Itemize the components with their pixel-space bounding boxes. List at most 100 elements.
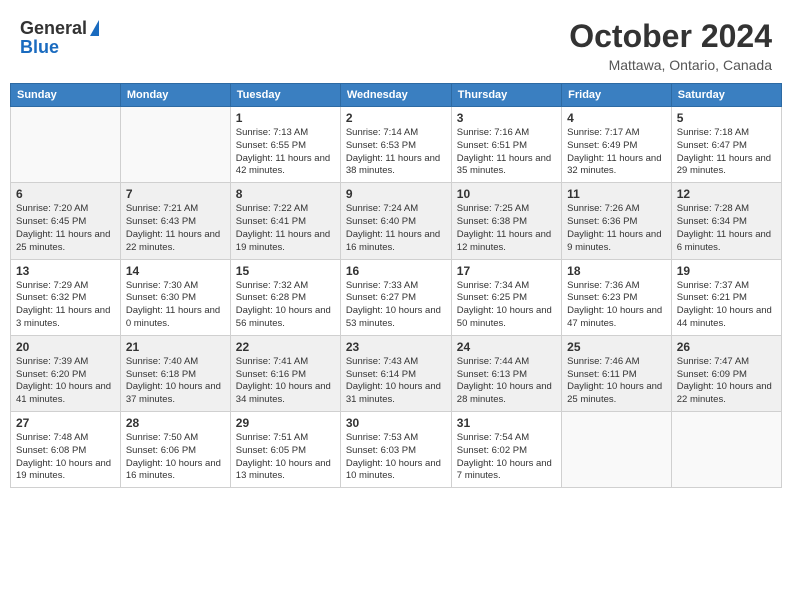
cell-info: Sunrise: 7:44 AM Sunset: 6:13 PM Dayligh… xyxy=(457,356,556,407)
calendar-cell: 4 Sunrise: 7:17 AM Sunset: 6:49 PM Daylig… xyxy=(562,107,672,183)
calendar-cell: 27 Sunrise: 7:48 AM Sunset: 6:08 PM Dayli… xyxy=(11,412,121,488)
day-number: 27 xyxy=(16,416,115,430)
cell-info: Sunrise: 7:54 AM Sunset: 6:02 PM Dayligh… xyxy=(457,432,556,483)
calendar-cell: 9Sunrise: 7:24 AM Sunset: 6:40 PM Daylig… xyxy=(340,183,451,259)
day-number: 1 xyxy=(236,111,335,125)
day-number: 12 xyxy=(677,187,776,201)
cell-info: Sunrise: 7:20 AM Sunset: 6:45 PM Dayligh… xyxy=(16,203,115,254)
cell-info: Sunrise: 7:41 AM Sunset: 6:16 PM Dayligh… xyxy=(236,356,335,407)
calendar-cell: 24Sunrise: 7:44 AM Sunset: 6:13 PM Dayli… xyxy=(451,335,561,411)
month-title: October 2024 xyxy=(569,18,772,55)
calendar-cell: 12 Sunrise: 7:28 AM Sunset: 6:34 PM Dayli… xyxy=(671,183,781,259)
weekday-header: Sunday xyxy=(11,84,121,107)
weekday-header: Thursday xyxy=(451,84,561,107)
logo-blue-text: Blue xyxy=(20,37,59,58)
cell-info: Sunrise: 7:51 AM Sunset: 6:05 PM Dayligh… xyxy=(236,432,335,483)
calendar-cell: 11Sunrise: 7:26 AM Sunset: 6:36 PM Dayli… xyxy=(562,183,672,259)
cell-info: Sunrise: 7:22 AM Sunset: 6:41 PM Dayligh… xyxy=(236,203,335,254)
calendar-week-row: 20Sunrise: 7:39 AM Sunset: 6:20 PM Dayli… xyxy=(11,335,782,411)
weekday-header: Wednesday xyxy=(340,84,451,107)
calendar-cell: 28 Sunrise: 7:50 AM Sunset: 6:06 PM Dayli… xyxy=(120,412,230,488)
calendar-cell: 6 Sunrise: 7:20 AM Sunset: 6:45 PM Daylig… xyxy=(11,183,121,259)
day-number: 21 xyxy=(126,340,225,354)
day-number: 5 xyxy=(677,111,776,125)
day-number: 31 xyxy=(457,416,556,430)
calendar-cell: 2Sunrise: 7:14 AM Sunset: 6:53 PM Daylig… xyxy=(340,107,451,183)
day-number: 6 xyxy=(16,187,115,201)
day-number: 13 xyxy=(16,264,115,278)
cell-info: Sunrise: 7:14 AM Sunset: 6:53 PM Dayligh… xyxy=(346,127,446,178)
calendar-cell: 23 Sunrise: 7:43 AM Sunset: 6:14 PM Dayli… xyxy=(340,335,451,411)
day-number: 4 xyxy=(567,111,666,125)
calendar-cell: 8Sunrise: 7:22 AM Sunset: 6:41 PM Daylig… xyxy=(230,183,340,259)
weekday-header: Tuesday xyxy=(230,84,340,107)
calendar-cell: 30 Sunrise: 7:53 AM Sunset: 6:03 PM Dayli… xyxy=(340,412,451,488)
cell-info: Sunrise: 7:16 AM Sunset: 6:51 PM Dayligh… xyxy=(457,127,556,178)
day-number: 3 xyxy=(457,111,556,125)
calendar-week-row: 13Sunrise: 7:29 AM Sunset: 6:32 PM Dayli… xyxy=(11,259,782,335)
cell-info: Sunrise: 7:37 AM Sunset: 6:21 PM Dayligh… xyxy=(677,280,776,331)
cell-info: Sunrise: 7:46 AM Sunset: 6:11 PM Dayligh… xyxy=(567,356,666,407)
cell-info: Sunrise: 7:36 AM Sunset: 6:23 PM Dayligh… xyxy=(567,280,666,331)
cell-info: Sunrise: 7:43 AM Sunset: 6:14 PM Dayligh… xyxy=(346,356,446,407)
cell-info: Sunrise: 7:53 AM Sunset: 6:03 PM Dayligh… xyxy=(346,432,446,483)
cell-info: Sunrise: 7:33 AM Sunset: 6:27 PM Dayligh… xyxy=(346,280,446,331)
logo-triangle-icon xyxy=(90,20,99,36)
day-number: 14 xyxy=(126,264,225,278)
weekday-header: Saturday xyxy=(671,84,781,107)
cell-info: Sunrise: 7:26 AM Sunset: 6:36 PM Dayligh… xyxy=(567,203,666,254)
calendar-cell: 5Sunrise: 7:18 AM Sunset: 6:47 PM Daylig… xyxy=(671,107,781,183)
cell-info: Sunrise: 7:48 AM Sunset: 6:08 PM Dayligh… xyxy=(16,432,115,483)
cell-info: Sunrise: 7:21 AM Sunset: 6:43 PM Dayligh… xyxy=(126,203,225,254)
weekday-header: Friday xyxy=(562,84,672,107)
day-number: 16 xyxy=(346,264,446,278)
calendar-cell: 20Sunrise: 7:39 AM Sunset: 6:20 PM Dayli… xyxy=(11,335,121,411)
day-number: 7 xyxy=(126,187,225,201)
day-number: 28 xyxy=(126,416,225,430)
calendar-cell: 25 Sunrise: 7:46 AM Sunset: 6:11 PM Dayli… xyxy=(562,335,672,411)
cell-info: Sunrise: 7:30 AM Sunset: 6:30 PM Dayligh… xyxy=(126,280,225,331)
calendar-week-row: 27 Sunrise: 7:48 AM Sunset: 6:08 PM Dayli… xyxy=(11,412,782,488)
page-wrapper: General Blue October 2024 Mattawa, Ontar… xyxy=(10,10,782,488)
day-number: 15 xyxy=(236,264,335,278)
weekday-header-row: SundayMondayTuesdayWednesdayThursdayFrid… xyxy=(11,84,782,107)
cell-info: Sunrise: 7:34 AM Sunset: 6:25 PM Dayligh… xyxy=(457,280,556,331)
header: General Blue October 2024 Mattawa, Ontar… xyxy=(10,10,782,77)
calendar-cell: 3 Sunrise: 7:16 AM Sunset: 6:51 PM Daylig… xyxy=(451,107,561,183)
calendar-cell: 1Sunrise: 7:13 AM Sunset: 6:55 PM Daylig… xyxy=(230,107,340,183)
logo-general-text: General xyxy=(20,18,87,39)
day-number: 26 xyxy=(677,340,776,354)
weekday-header: Monday xyxy=(120,84,230,107)
calendar-week-row: 1Sunrise: 7:13 AM Sunset: 6:55 PM Daylig… xyxy=(11,107,782,183)
location: Mattawa, Ontario, Canada xyxy=(569,57,772,73)
calendar-cell: 7 Sunrise: 7:21 AM Sunset: 6:43 PM Daylig… xyxy=(120,183,230,259)
calendar-cell: 21 Sunrise: 7:40 AM Sunset: 6:18 PM Dayli… xyxy=(120,335,230,411)
calendar-table: SundayMondayTuesdayWednesdayThursdayFrid… xyxy=(10,83,782,488)
cell-info: Sunrise: 7:28 AM Sunset: 6:34 PM Dayligh… xyxy=(677,203,776,254)
calendar-cell: 17 Sunrise: 7:34 AM Sunset: 6:25 PM Dayli… xyxy=(451,259,561,335)
calendar-week-row: 6 Sunrise: 7:20 AM Sunset: 6:45 PM Daylig… xyxy=(11,183,782,259)
cell-info: Sunrise: 7:25 AM Sunset: 6:38 PM Dayligh… xyxy=(457,203,556,254)
cell-info: Sunrise: 7:40 AM Sunset: 6:18 PM Dayligh… xyxy=(126,356,225,407)
day-number: 29 xyxy=(236,416,335,430)
calendar-cell: 31 Sunrise: 7:54 AM Sunset: 6:02 PM Dayli… xyxy=(451,412,561,488)
day-number: 23 xyxy=(346,340,446,354)
calendar-cell: 29 Sunrise: 7:51 AM Sunset: 6:05 PM Dayli… xyxy=(230,412,340,488)
calendar-cell: 16 Sunrise: 7:33 AM Sunset: 6:27 PM Dayli… xyxy=(340,259,451,335)
cell-info: Sunrise: 7:50 AM Sunset: 6:06 PM Dayligh… xyxy=(126,432,225,483)
day-number: 17 xyxy=(457,264,556,278)
calendar-cell: 15Sunrise: 7:32 AM Sunset: 6:28 PM Dayli… xyxy=(230,259,340,335)
day-number: 20 xyxy=(16,340,115,354)
day-number: 30 xyxy=(346,416,446,430)
calendar-cell xyxy=(120,107,230,183)
calendar-cell xyxy=(671,412,781,488)
day-number: 9 xyxy=(346,187,446,201)
day-number: 19 xyxy=(677,264,776,278)
day-number: 22 xyxy=(236,340,335,354)
calendar-cell xyxy=(562,412,672,488)
calendar-cell: 13Sunrise: 7:29 AM Sunset: 6:32 PM Dayli… xyxy=(11,259,121,335)
day-number: 10 xyxy=(457,187,556,201)
cell-info: Sunrise: 7:17 AM Sunset: 6:49 PM Dayligh… xyxy=(567,127,666,178)
day-number: 18 xyxy=(567,264,666,278)
day-number: 25 xyxy=(567,340,666,354)
